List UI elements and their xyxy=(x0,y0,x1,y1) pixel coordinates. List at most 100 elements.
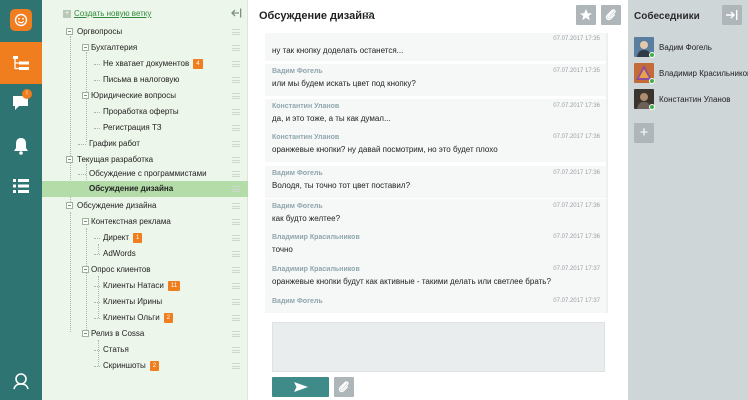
drag-handle-icon[interactable] xyxy=(232,347,240,353)
tree-item-orgvoprosy[interactable]: Оргвопросы xyxy=(42,24,248,40)
scrollbar[interactable] xyxy=(606,33,608,313)
tree-item-cossa-release[interactable]: Релиз в Cossa xyxy=(42,326,248,342)
drag-handle-icon[interactable] xyxy=(232,203,240,209)
tree-item-trademark[interactable]: Регистрация ТЗ xyxy=(42,120,248,136)
collapse-panel-icon[interactable] xyxy=(230,7,242,19)
drag-handle-icon[interactable] xyxy=(232,267,240,273)
rail-item-branches[interactable] xyxy=(0,42,42,84)
attachments-button[interactable] xyxy=(601,5,621,25)
chat-header: Обсуждение дизайна xyxy=(248,0,628,30)
message-author: Константин Уланов xyxy=(272,103,340,110)
drag-handle-icon[interactable] xyxy=(232,125,240,131)
add-participant-button[interactable]: + xyxy=(634,123,654,143)
participants-title: Собеседники xyxy=(634,11,700,22)
drag-handle-icon[interactable] xyxy=(232,93,240,99)
collapse-toggle-icon[interactable] xyxy=(82,92,89,99)
new-branch-link[interactable]: + Создать новую ветку xyxy=(63,9,151,18)
drag-handle-icon[interactable] xyxy=(232,157,240,163)
collapse-toggle-icon[interactable] xyxy=(82,44,89,51)
tree-item-label: График работ xyxy=(89,139,140,148)
attach-file-button[interactable] xyxy=(334,377,354,397)
menu-icon[interactable] xyxy=(364,12,373,19)
participant[interactable]: Вадим Фогель xyxy=(634,37,748,59)
drag-handle-icon[interactable] xyxy=(232,29,240,35)
message-text: или мы будем искать цвет под кнопку? xyxy=(272,79,416,88)
collapse-toggle-icon[interactable] xyxy=(66,156,73,163)
drag-handle-icon[interactable] xyxy=(232,45,240,51)
tree-item-label: Проработка оферты xyxy=(103,107,179,116)
bell-icon[interactable] xyxy=(11,136,31,156)
drag-handle-icon[interactable] xyxy=(232,109,240,115)
drag-handle-icon[interactable] xyxy=(232,315,240,321)
tree-item-legal[interactable]: Юридические вопросы xyxy=(42,88,248,104)
tree-item-clients-natasha[interactable]: Клиенты Натаси 11 xyxy=(42,278,248,294)
tree-item-label: Текущая разработка xyxy=(77,155,154,164)
participant[interactable]: Владимир Красильников xyxy=(634,63,748,85)
branches-icon xyxy=(13,56,29,70)
drag-handle-icon[interactable] xyxy=(232,61,240,67)
user-icon[interactable] xyxy=(11,371,31,391)
drag-handle-icon[interactable] xyxy=(232,186,240,192)
message-time: 07.07.2017 17:37 xyxy=(553,298,600,304)
tree-item-label: Опрос клиентов xyxy=(91,265,151,274)
tree-item-article[interactable]: Статья xyxy=(42,342,248,358)
tree-item-context-ads[interactable]: Контекстная реклама xyxy=(42,214,248,230)
tree-item-adwords[interactable]: AdWords xyxy=(42,246,248,262)
tree-item-design-selected[interactable]: Обсуждение дизайна xyxy=(42,181,248,197)
send-button[interactable] xyxy=(272,377,329,397)
collapse-toggle-icon[interactable] xyxy=(82,218,89,225)
participant[interactable]: Константин Уланов xyxy=(634,89,748,111)
smiley-logo-icon[interactable] xyxy=(10,9,32,31)
drag-handle-icon[interactable] xyxy=(232,363,240,369)
drag-handle-icon[interactable] xyxy=(232,235,240,241)
collapse-toggle-icon[interactable] xyxy=(66,202,73,209)
message: Вадим Фогель 07.07.2017 17:35 или мы буд… xyxy=(265,64,606,96)
drag-handle-icon[interactable] xyxy=(232,141,240,147)
drag-handle-icon[interactable] xyxy=(232,219,240,225)
drag-handle-icon[interactable] xyxy=(232,171,240,177)
tree-item-label: Бухгалтерия xyxy=(91,43,138,52)
drag-handle-icon[interactable] xyxy=(232,331,240,337)
tree-item-label: Контекстная реклама xyxy=(91,217,171,226)
drag-handle-icon[interactable] xyxy=(232,77,240,83)
collapse-toggle-icon[interactable] xyxy=(82,266,89,273)
collapse-toggle-icon[interactable] xyxy=(66,28,73,35)
drag-handle-icon[interactable] xyxy=(232,299,240,305)
tree-item-clients-irina[interactable]: Клиенты Ирины xyxy=(42,294,248,310)
message: Владимир Красильников 07.07.2017 17:37 о… xyxy=(265,262,606,294)
tree-item-clients-olga[interactable]: Клиенты Ольги 2 xyxy=(42,310,248,326)
star-button[interactable] xyxy=(576,5,596,25)
online-status-icon xyxy=(649,52,655,58)
message-author: Вадим Фогель xyxy=(272,170,323,177)
drag-handle-icon[interactable] xyxy=(232,283,240,289)
close-panel-button[interactable] xyxy=(722,5,742,25)
message-time: 07.07.2017 17:36 xyxy=(553,170,600,176)
send-icon xyxy=(294,382,308,392)
tree-item-design[interactable]: Обсуждение дизайна xyxy=(42,198,248,214)
message: 07.07.2017 17:35 ну так кнопку доделать … xyxy=(265,33,606,61)
drag-handle-icon[interactable] xyxy=(232,251,240,257)
tree-item-direct[interactable]: Директ 1 xyxy=(42,230,248,246)
participant-name: Константин Уланов xyxy=(659,95,731,104)
new-branch-label: Создать новую ветку xyxy=(74,9,152,18)
message-time: 07.07.2017 17:35 xyxy=(553,68,600,74)
tree-item-programmers[interactable]: Обсуждение с программистами xyxy=(42,166,248,182)
message-list[interactable]: 07.07.2017 17:35 ну так кнопку доделать … xyxy=(265,33,606,313)
message-author: Константин Уланов xyxy=(272,134,340,141)
list-icon[interactable] xyxy=(11,176,31,196)
tree-item-screenshots[interactable]: Скриншоты 2 xyxy=(42,358,248,374)
message-input[interactable] xyxy=(272,322,605,372)
branch-tree-panel: + Создать новую ветку Оргвопросы Бухгалт… xyxy=(42,0,248,400)
unread-badge: 4 xyxy=(193,59,203,69)
tree-item-offer[interactable]: Проработка оферты xyxy=(42,104,248,120)
tree-item-buhgalteriya[interactable]: Бухгалтерия xyxy=(42,40,248,56)
tree-item-label: Не хватает документов xyxy=(103,59,190,68)
tree-item-documents[interactable]: Не хватает документов 4 xyxy=(42,56,248,72)
tree-item-label: Юридические вопросы xyxy=(91,91,176,100)
tree-item-schedule[interactable]: График работ xyxy=(42,136,248,152)
message: Владимир Красильников 07.07.2017 17:36 т… xyxy=(265,230,606,262)
message: Константин Уланов 07.07.2017 17:36 оранж… xyxy=(265,130,606,162)
collapse-toggle-icon[interactable] xyxy=(82,330,89,337)
tree-item-survey[interactable]: Опрос клиентов xyxy=(42,262,248,278)
tree-item-tax-letters[interactable]: Письма в налоговую xyxy=(42,72,248,88)
